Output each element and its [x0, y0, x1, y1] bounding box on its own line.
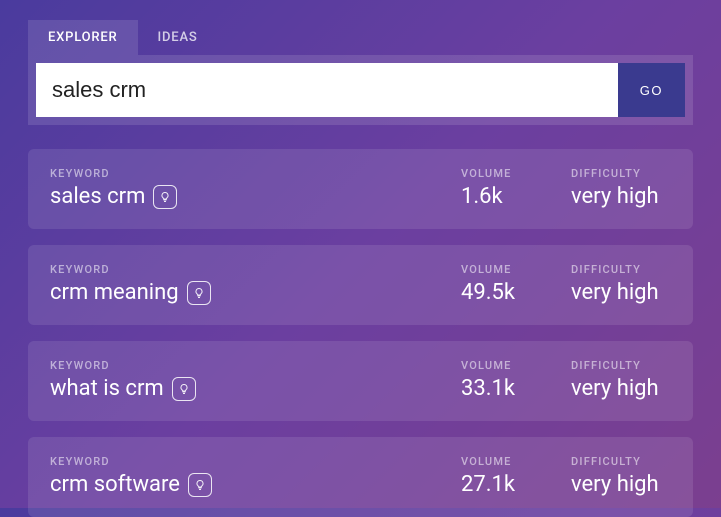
results-list: KEYWORD sales crm VOLUME 1.6k DIFFICULTY…: [28, 149, 693, 517]
result-row[interactable]: KEYWORD sales crm VOLUME 1.6k DIFFICULTY…: [28, 149, 693, 229]
keyword-text: sales crm: [50, 184, 145, 209]
label-keyword: KEYWORD: [50, 455, 461, 468]
label-difficulty: DIFFICULTY: [571, 359, 671, 372]
volume-value: 49.5k: [461, 280, 571, 305]
search-bar: GO: [28, 55, 693, 125]
volume-value: 1.6k: [461, 184, 571, 209]
tabs: EXPLORER IDEAS: [28, 20, 693, 55]
search-input[interactable]: [36, 63, 618, 117]
label-volume: VOLUME: [461, 263, 571, 276]
lightbulb-icon[interactable]: [172, 377, 196, 401]
label-difficulty: DIFFICULTY: [571, 455, 671, 468]
lightbulb-icon[interactable]: [188, 473, 212, 497]
keyword-text: crm meaning: [50, 280, 179, 305]
keyword-text: crm software: [50, 472, 180, 497]
volume-value: 27.1k: [461, 472, 571, 497]
label-difficulty: DIFFICULTY: [571, 263, 671, 276]
difficulty-value: very high: [571, 184, 671, 209]
go-button[interactable]: GO: [618, 63, 685, 117]
tab-ideas[interactable]: IDEAS: [138, 20, 218, 55]
label-keyword: KEYWORD: [50, 359, 461, 372]
keyword-value: what is crm: [50, 376, 461, 401]
label-difficulty: DIFFICULTY: [571, 167, 671, 180]
keyword-text: what is crm: [50, 376, 164, 401]
result-row[interactable]: KEYWORD crm meaning VOLUME 49.5k DIFFICU…: [28, 245, 693, 325]
keyword-value: crm software: [50, 472, 461, 497]
result-row[interactable]: KEYWORD crm software VOLUME 27.1k DIFFIC…: [28, 437, 693, 517]
lightbulb-icon[interactable]: [153, 185, 177, 209]
lightbulb-icon[interactable]: [187, 281, 211, 305]
keyword-value: sales crm: [50, 184, 461, 209]
label-volume: VOLUME: [461, 359, 571, 372]
tab-explorer[interactable]: EXPLORER: [28, 20, 138, 55]
label-keyword: KEYWORD: [50, 263, 461, 276]
result-row[interactable]: KEYWORD what is crm VOLUME 33.1k DIFFICU…: [28, 341, 693, 421]
difficulty-value: very high: [571, 280, 671, 305]
label-keyword: KEYWORD: [50, 167, 461, 180]
volume-value: 33.1k: [461, 376, 571, 401]
label-volume: VOLUME: [461, 167, 571, 180]
difficulty-value: very high: [571, 376, 671, 401]
keyword-value: crm meaning: [50, 280, 461, 305]
difficulty-value: very high: [571, 472, 671, 497]
label-volume: VOLUME: [461, 455, 571, 468]
